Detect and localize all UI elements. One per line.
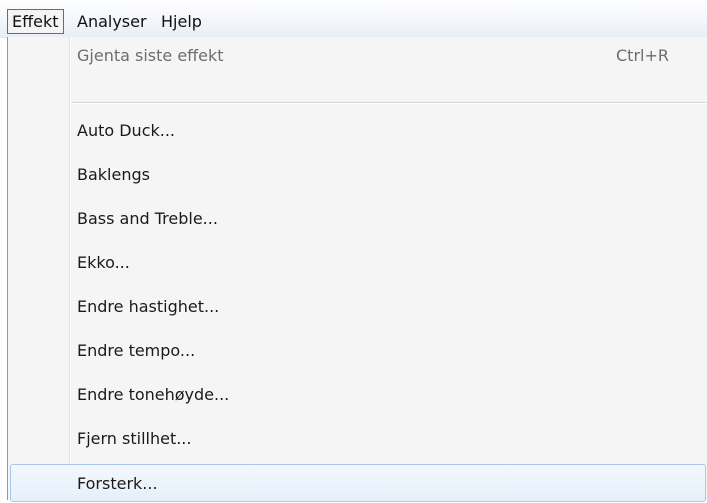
menu-item-repeat-last-effect: Gjenta siste effekt Ctrl+R <box>8 37 707 75</box>
menu-bar: Effekt Analyser Hjelp <box>0 0 707 38</box>
menu-item-shortcut: Ctrl+R <box>616 46 669 65</box>
menu-item-label: Fjern stillhet... <box>77 429 192 448</box>
menu-hjelp[interactable]: Hjelp <box>161 9 202 34</box>
menu-item-auto-duck[interactable]: Auto Duck... <box>8 112 707 150</box>
menu-separator-highlight <box>72 103 706 104</box>
menu-item-bass-and-treble[interactable]: Bass and Treble... <box>8 200 707 238</box>
menu-item-label: Forsterk... <box>77 474 158 493</box>
menu-item-label: Baklengs <box>77 165 150 184</box>
menu-item-label: Gjenta siste effekt <box>77 46 224 65</box>
menu-item-label: Ekko... <box>77 253 130 272</box>
menu-item-forsterk[interactable]: Forsterk... <box>10 464 706 502</box>
menu-effekt[interactable]: Effekt <box>7 9 64 34</box>
effekt-dropdown-menu: Gjenta siste effekt Ctrl+R Auto Duck... … <box>7 37 707 502</box>
menu-item-endre-tonehoyde[interactable]: Endre tonehøyde... <box>8 376 707 414</box>
menu-item-label: Endre tempo... <box>77 341 196 360</box>
menu-item-label: Bass and Treble... <box>77 209 218 228</box>
menu-item-ekko[interactable]: Ekko... <box>8 244 707 282</box>
menu-item-endre-tempo[interactable]: Endre tempo... <box>8 332 707 370</box>
menu-item-label: Endre hastighet... <box>77 297 220 316</box>
menu-item-endre-hastighet[interactable]: Endre hastighet... <box>8 288 707 326</box>
menu-item-label: Endre tonehøyde... <box>77 385 230 404</box>
menu-item-baklengs[interactable]: Baklengs <box>8 156 707 194</box>
menu-item-label: Auto Duck... <box>77 121 176 140</box>
menu-analyser[interactable]: Analyser <box>77 9 147 34</box>
menu-item-fjern-stillhet[interactable]: Fjern stillhet... <box>8 420 707 458</box>
